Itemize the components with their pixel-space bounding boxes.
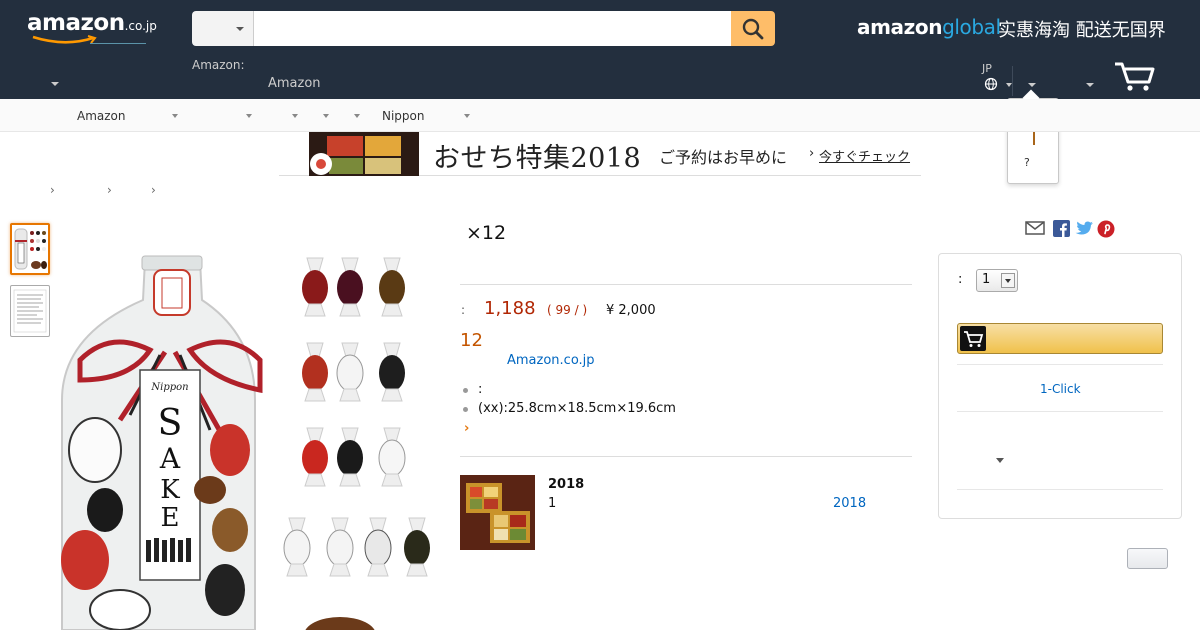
- svg-text:K: K: [160, 475, 180, 505]
- quantity-select[interactable]: 1: [976, 269, 1018, 292]
- svg-text:Nippon: Nippon: [150, 382, 188, 393]
- add-to-cart-button[interactable]: [957, 323, 1163, 354]
- chevron-down-icon[interactable]: [354, 114, 360, 118]
- related-product-image[interactable]: [460, 475, 535, 550]
- subnav-item-nippon[interactable]: Nippon: [382, 109, 425, 123]
- divider: [957, 489, 1163, 490]
- breadcrumb-separator: ›: [151, 183, 156, 197]
- svg-text:E: E: [161, 503, 180, 533]
- osechi-promo-banner[interactable]: おせち特集2018 ご予約はお早めに › 今すぐチェック: [279, 132, 921, 176]
- chevron-down-icon: [1001, 273, 1015, 288]
- chevron-down-icon: [236, 27, 244, 31]
- sub-navigation: Amazon Nippon: [0, 99, 1200, 132]
- divider: [460, 284, 912, 285]
- list-price: ¥ 2,000: [606, 303, 656, 318]
- chevron-down-icon[interactable]: [172, 114, 178, 118]
- pinterest-share-icon[interactable]: [1097, 220, 1115, 238]
- popover-new-customer-text[interactable]: ?: [1024, 156, 1030, 169]
- feature-bullets: : (xx):25.8cm×18.5cm×19.6cm: [463, 382, 676, 420]
- breadcrumb-separator: ›: [50, 183, 55, 197]
- deliver-to-label: Amazon:: [192, 58, 245, 72]
- price-label: :: [461, 303, 466, 317]
- account-caret[interactable]: [1028, 83, 1036, 87]
- chevron-down-icon[interactable]: [323, 114, 329, 118]
- search-input[interactable]: [254, 11, 731, 46]
- related-product-link[interactable]: 2018: [833, 496, 866, 511]
- product-label-thumbnail: [13, 289, 47, 333]
- email-share-icon[interactable]: [1025, 220, 1045, 236]
- product-price: 1,188: [484, 298, 536, 319]
- related-product-title[interactable]: 2018: [548, 477, 584, 492]
- shop-by-category-caret[interactable]: [51, 82, 59, 86]
- product-thumbnail: [14, 228, 47, 270]
- logo-underline: [90, 43, 146, 44]
- seller-link[interactable]: Amazon.co.jp: [507, 353, 595, 368]
- twitter-share-icon[interactable]: [1074, 220, 1094, 237]
- global-logo-accent: global: [942, 15, 1001, 39]
- delivery-address-caret[interactable]: [996, 458, 1004, 463]
- subnav-item-amazon[interactable]: Amazon: [77, 109, 126, 123]
- amazon-global-logo[interactable]: amazonglobal: [857, 15, 1001, 39]
- search-category-dropdown[interactable]: [192, 11, 254, 46]
- cart-icon: [964, 331, 984, 347]
- osechi-box-image: [309, 132, 419, 176]
- thumbnail-image-2[interactable]: [10, 285, 50, 337]
- facebook-share-icon[interactable]: [1053, 220, 1070, 237]
- logo-tld: .co.jp: [124, 19, 157, 33]
- search-bar: [192, 11, 775, 46]
- banner-chevron: ›: [809, 146, 815, 161]
- global-logo-main: amazon: [857, 15, 943, 39]
- banner-subtitle: ご予約はお早めに: [659, 148, 788, 167]
- logo-wordmark: amazon: [27, 10, 125, 36]
- svg-text:S: S: [158, 403, 183, 444]
- global-tagline: 实惠海淘 配送无国界: [998, 20, 1166, 41]
- cart-icon[interactable]: [1113, 60, 1155, 92]
- main-product-image[interactable]: Nippon S A K E: [50, 240, 445, 630]
- add-to-cart-icon-box: [960, 326, 986, 351]
- divider: [957, 364, 1163, 365]
- quantity-label: :: [958, 272, 963, 287]
- amazon-logo[interactable]: amazon.co.jp: [27, 10, 157, 44]
- product-title: ×12: [466, 222, 507, 244]
- one-click-link[interactable]: 1-Click: [1040, 382, 1081, 396]
- quantity-value: 1: [982, 272, 991, 287]
- banner-title: おせち特集2018: [433, 143, 642, 174]
- deliver-to-location[interactable]: Amazon: [268, 76, 321, 91]
- price-per-unit: ( 99 / ): [547, 303, 588, 317]
- banner-cta-link[interactable]: 今すぐチェック: [819, 146, 910, 165]
- breadcrumb-separator: ›: [107, 183, 112, 197]
- lists-caret[interactable]: [1086, 83, 1094, 87]
- nav-divider: [1012, 66, 1013, 96]
- chevron-down-icon[interactable]: [246, 114, 252, 118]
- thumbnail-image-1[interactable]: [10, 223, 50, 275]
- stock-count: 12: [460, 330, 483, 351]
- chevron-down-icon[interactable]: [464, 114, 470, 118]
- language-code[interactable]: JP: [982, 62, 992, 75]
- feature-bullet: :: [463, 382, 676, 401]
- svg-text:A: A: [159, 442, 181, 475]
- chevron-down-icon[interactable]: [292, 114, 298, 118]
- related-product-quantity: 1: [548, 496, 557, 511]
- search-icon: [742, 18, 764, 40]
- search-button[interactable]: [731, 11, 775, 46]
- divider: [460, 456, 912, 457]
- globe-icon[interactable]: [984, 77, 998, 91]
- see-more-link[interactable]: ›: [464, 421, 469, 436]
- top-navigation-bar: amazon.co.jp amazonglobal 实惠海淘 配送无国界 Ama…: [0, 0, 1200, 99]
- add-to-list-button[interactable]: [1127, 548, 1168, 569]
- divider: [957, 411, 1163, 412]
- feature-bullet: (xx):25.8cm×18.5cm×19.6cm: [463, 401, 676, 420]
